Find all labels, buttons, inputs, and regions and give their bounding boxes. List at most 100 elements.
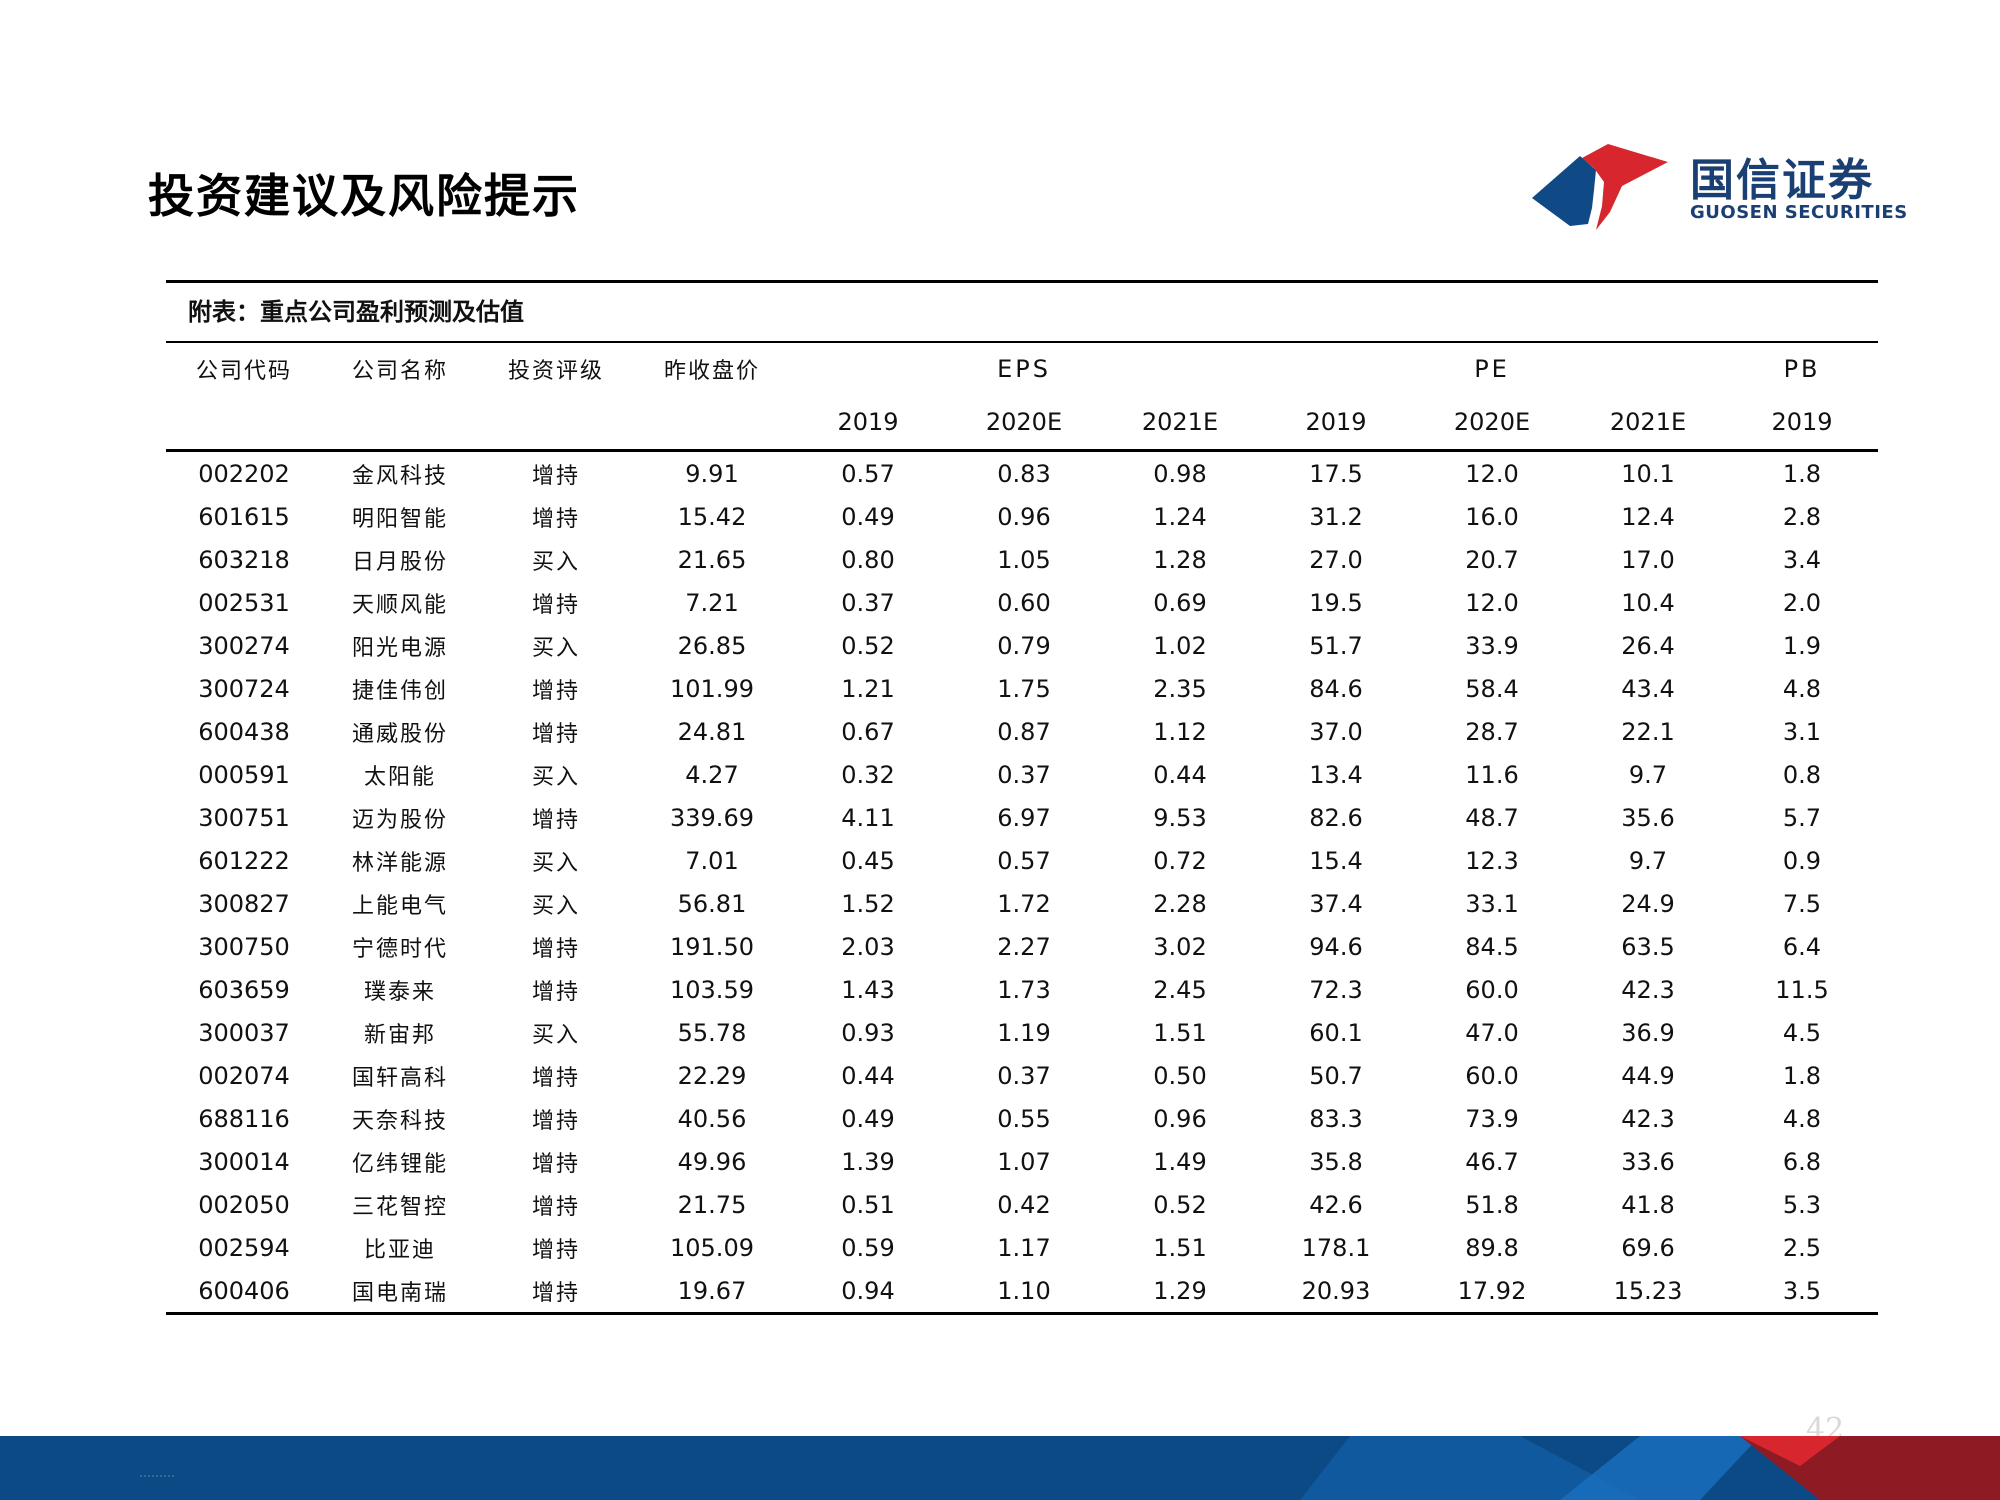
cell-eps-2020e: 0.55 bbox=[997, 1104, 1051, 1133]
cell-eps-2020e: 2.27 bbox=[997, 932, 1051, 961]
cell-eps-2021e: 1.02 bbox=[1153, 631, 1207, 660]
table-row: 002074 国轩高科 增持 22.29 0.44 0.37 0.50 50.7 60.0 44.… bbox=[166, 1054, 1878, 1097]
cell-pe-2020e: 51.8 bbox=[1465, 1190, 1519, 1219]
cell-eps-2019: 0.94 bbox=[841, 1276, 895, 1305]
cell-eps-2019: 0.52 bbox=[841, 631, 895, 660]
cell-eps-2020e: 0.37 bbox=[997, 760, 1051, 789]
cell-code: 300751 bbox=[198, 803, 290, 832]
cell-eps-2020e: 0.83 bbox=[997, 459, 1051, 488]
cell-name: 亿纬锂能 bbox=[351, 1151, 448, 1177]
cell-eps-2019: 1.21 bbox=[841, 674, 895, 703]
cell-pb-2019: 3.4 bbox=[1782, 545, 1822, 574]
table-row: 600406 国电南瑞 增持 19.67 0.94 1.10 1.29 20.93 17.92 1… bbox=[166, 1269, 1878, 1312]
cell-pe-2020e: 20.7 bbox=[1465, 545, 1519, 574]
cell-price: 7.21 bbox=[685, 588, 739, 617]
cell-eps-2019: 0.93 bbox=[841, 1018, 895, 1047]
table-row: 300750 宁德时代 增持 191.50 2.03 2.27 3.02 94.6 84.5 63… bbox=[166, 925, 1878, 968]
header-year: 2019 bbox=[837, 408, 899, 436]
cell-eps-2020e: 0.96 bbox=[997, 502, 1051, 531]
table-caption: 附表：重点公司盈利预测及估值 bbox=[188, 297, 524, 326]
footer-band bbox=[0, 1436, 2000, 1500]
cell-price: 15.42 bbox=[677, 502, 747, 531]
cell-pb-2019: 4.8 bbox=[1782, 1104, 1822, 1133]
cell-eps-2019: 0.37 bbox=[841, 588, 895, 617]
cell-eps-2019: 0.49 bbox=[841, 1104, 895, 1133]
cell-pe-2019: 83.3 bbox=[1309, 1104, 1363, 1133]
cell-price: 26.85 bbox=[677, 631, 747, 660]
cell-rating: 增持 bbox=[531, 936, 580, 962]
cell-pe-2021e: 42.3 bbox=[1621, 1104, 1675, 1133]
cell-price: 103.59 bbox=[670, 975, 754, 1004]
header-row-main: 公司代码 公司名称 投资评级 昨收盘价 EPS PE PB bbox=[166, 343, 1878, 395]
cell-pb-2019: 5.7 bbox=[1782, 803, 1822, 832]
cell-pe-2020e: 11.6 bbox=[1465, 760, 1519, 789]
cell-pe-2021e: 43.4 bbox=[1621, 674, 1675, 703]
cell-rating: 买入 bbox=[531, 850, 580, 876]
cell-pb-2019: 2.8 bbox=[1782, 502, 1822, 531]
cell-pe-2019: 51.7 bbox=[1309, 631, 1363, 660]
cell-price: 191.50 bbox=[670, 932, 754, 961]
cell-pe-2019: 37.0 bbox=[1309, 717, 1363, 746]
cell-pe-2020e: 84.5 bbox=[1465, 932, 1519, 961]
cell-pe-2020e: 17.92 bbox=[1457, 1276, 1527, 1305]
header-year: 2019 bbox=[1771, 408, 1833, 436]
cell-pb-2019: 1.9 bbox=[1782, 631, 1822, 660]
cell-pe-2020e: 58.4 bbox=[1465, 674, 1519, 703]
cell-eps-2019: 1.43 bbox=[841, 975, 895, 1004]
cell-price: 40.56 bbox=[677, 1104, 747, 1133]
cell-pe-2020e: 46.7 bbox=[1465, 1147, 1519, 1176]
header-price: 昨收盘价 bbox=[663, 359, 760, 384]
cell-eps-2021e: 0.50 bbox=[1153, 1061, 1207, 1090]
cell-eps-2021e: 0.44 bbox=[1153, 760, 1207, 789]
cell-pb-2019: 5.3 bbox=[1782, 1190, 1822, 1219]
cell-eps-2020e: 0.60 bbox=[997, 588, 1051, 617]
header-year: 2021E bbox=[1609, 408, 1687, 436]
guosen-logo: 国信证券 GUOSEN SECURITIES bbox=[1530, 140, 1907, 232]
cell-code: 603659 bbox=[198, 975, 290, 1004]
table-row: 300274 阳光电源 买入 26.85 0.52 0.79 1.02 51.7 33.9 26.… bbox=[166, 624, 1878, 667]
header-year: 2019 bbox=[1305, 408, 1367, 436]
cell-name: 通威股份 bbox=[351, 721, 448, 747]
cell-pe-2020e: 28.7 bbox=[1465, 717, 1519, 746]
cell-rating: 买入 bbox=[531, 549, 580, 575]
cell-pb-2019: 2.0 bbox=[1782, 588, 1822, 617]
cell-eps-2019: 1.39 bbox=[841, 1147, 895, 1176]
cell-eps-2021e: 0.96 bbox=[1153, 1104, 1207, 1133]
cell-pb-2019: 4.5 bbox=[1782, 1018, 1822, 1047]
cell-pe-2019: 94.6 bbox=[1309, 932, 1363, 961]
cell-rating: 增持 bbox=[531, 807, 580, 833]
cell-price: 105.09 bbox=[670, 1233, 754, 1262]
cell-pe-2019: 31.2 bbox=[1309, 502, 1363, 531]
table-row: 002050 三花智控 增持 21.75 0.51 0.42 0.52 42.6 51.8 41.… bbox=[166, 1183, 1878, 1226]
cell-eps-2021e: 3.02 bbox=[1153, 932, 1207, 961]
cell-eps-2021e: 2.28 bbox=[1153, 889, 1207, 918]
cell-pe-2019: 35.8 bbox=[1309, 1147, 1363, 1176]
cell-pe-2021e: 35.6 bbox=[1621, 803, 1675, 832]
cell-pb-2019: 0.9 bbox=[1782, 846, 1822, 875]
cell-rating: 买入 bbox=[531, 893, 580, 919]
cell-pe-2019: 37.4 bbox=[1309, 889, 1363, 918]
header-name: 公司名称 bbox=[351, 359, 448, 384]
header-year: 2021E bbox=[1141, 408, 1219, 436]
cell-eps-2021e: 1.49 bbox=[1153, 1147, 1207, 1176]
cell-pe-2020e: 60.0 bbox=[1465, 975, 1519, 1004]
cell-name: 比亚迪 bbox=[363, 1237, 436, 1263]
cell-pe-2019: 15.4 bbox=[1309, 846, 1363, 875]
cell-eps-2019: 0.80 bbox=[841, 545, 895, 574]
cell-price: 9.91 bbox=[685, 459, 739, 488]
cell-name: 迈为股份 bbox=[351, 807, 448, 833]
cell-pe-2021e: 12.4 bbox=[1621, 502, 1675, 531]
cell-eps-2020e: 0.37 bbox=[997, 1061, 1051, 1090]
cell-pe-2020e: 73.9 bbox=[1465, 1104, 1519, 1133]
cell-eps-2020e: 1.72 bbox=[997, 889, 1051, 918]
cell-code: 601222 bbox=[198, 846, 290, 875]
cell-eps-2020e: 1.73 bbox=[997, 975, 1051, 1004]
cell-price: 21.75 bbox=[677, 1190, 747, 1219]
cell-name: 林洋能源 bbox=[351, 850, 448, 876]
cell-pe-2019: 82.6 bbox=[1309, 803, 1363, 832]
logo-name-cn: 国信证券 bbox=[1690, 155, 1874, 206]
cell-pe-2021e: 33.6 bbox=[1621, 1147, 1675, 1176]
cell-eps-2021e: 2.35 bbox=[1153, 674, 1207, 703]
cell-eps-2021e: 1.51 bbox=[1153, 1018, 1207, 1047]
cell-code: 002202 bbox=[198, 459, 290, 488]
